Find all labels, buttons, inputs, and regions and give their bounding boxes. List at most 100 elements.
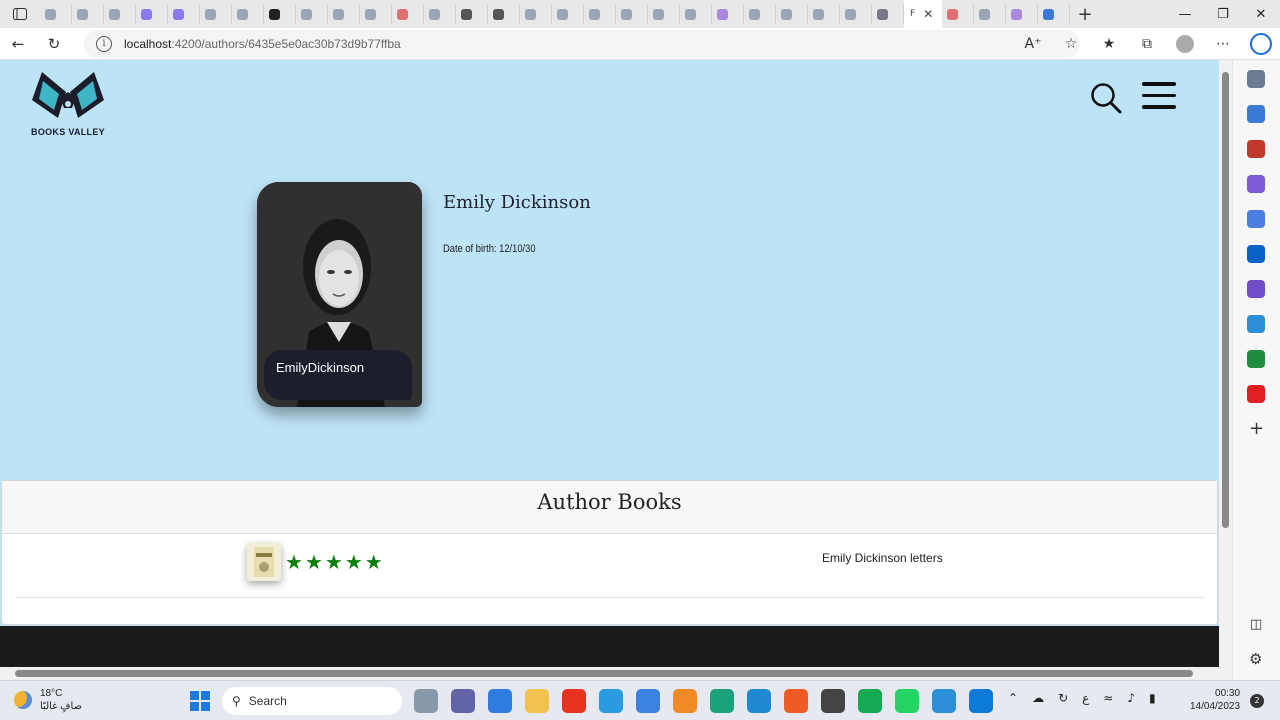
browser-tab[interactable] xyxy=(552,4,584,24)
back-icon[interactable]: ← xyxy=(0,28,36,60)
browser-tab[interactable] xyxy=(942,4,974,24)
sidebar-outlook-icon[interactable] xyxy=(1247,245,1265,263)
browser-tab[interactable] xyxy=(232,4,264,24)
book-row[interactable]: ★ ★ ★ ★ ★ Emily Dickinson letters xyxy=(15,543,1205,598)
whatsapp-icon[interactable] xyxy=(895,689,919,713)
app-red-icon[interactable] xyxy=(562,689,586,713)
author-card[interactable]: EmilyDickinson xyxy=(257,182,422,407)
notification-badge[interactable]: 2 xyxy=(1250,694,1264,708)
browser-tab[interactable] xyxy=(520,4,552,24)
more-menu-icon[interactable]: ⋯ xyxy=(1204,28,1242,60)
hamburger-menu-icon[interactable] xyxy=(1142,82,1176,112)
browser-tab[interactable] xyxy=(648,4,680,24)
search-icon[interactable] xyxy=(1090,82,1122,114)
globe-icon[interactable] xyxy=(932,689,956,713)
browser-tab[interactable] xyxy=(1006,4,1038,24)
favorites-icon[interactable]: ★ xyxy=(1090,28,1128,60)
browser-tab[interactable] xyxy=(328,4,360,24)
browser-tab[interactable] xyxy=(1038,4,1070,24)
sidebar-games-icon[interactable] xyxy=(1247,175,1265,193)
minimize-icon[interactable]: — xyxy=(1166,0,1204,28)
mongodb-icon[interactable] xyxy=(858,689,882,713)
onedrive-icon[interactable]: ☁ xyxy=(1032,691,1044,705)
browser-tab[interactable] xyxy=(488,4,520,24)
book-title[interactable]: Emily Dickinson letters xyxy=(822,551,943,565)
browser-tab[interactable] xyxy=(72,4,104,24)
todo-icon[interactable] xyxy=(488,689,512,713)
add-favorite-icon[interactable]: ☆ xyxy=(1052,28,1090,60)
sidebar-add-icon[interactable]: + xyxy=(1249,418,1264,439)
refresh-icon[interactable]: ↻ xyxy=(36,28,72,60)
bing-copilot-icon[interactable] xyxy=(1242,28,1280,60)
close-window-icon[interactable]: ✕ xyxy=(1242,0,1280,28)
postman-icon[interactable] xyxy=(784,689,808,713)
browser-tab[interactable] xyxy=(616,4,648,24)
browser-tab-active[interactable]: F ✕ xyxy=(904,0,942,28)
edge-dev-icon[interactable] xyxy=(969,689,993,713)
book-cover[interactable] xyxy=(247,543,281,581)
maximize-icon[interactable]: ❐ xyxy=(1204,0,1242,28)
tray-chevron-icon[interactable]: ⌃ xyxy=(1008,691,1018,705)
browser-tab[interactable] xyxy=(872,4,904,24)
task-view-icon[interactable] xyxy=(414,689,438,713)
vertical-scrollbar[interactable] xyxy=(1219,60,1232,667)
browser-tab[interactable] xyxy=(296,4,328,24)
browser-tab[interactable] xyxy=(168,4,200,24)
browser-tab[interactable] xyxy=(840,4,872,24)
browser-tab[interactable] xyxy=(392,4,424,24)
sidebar-youtube-icon[interactable] xyxy=(1247,385,1265,403)
teams-icon[interactable] xyxy=(451,689,475,713)
sync-icon[interactable]: ↻ xyxy=(1058,691,1068,705)
collections-icon[interactable]: ⧉ xyxy=(1128,28,1166,60)
browser-tab[interactable] xyxy=(776,4,808,24)
workspaces-icon[interactable] xyxy=(0,0,40,28)
wifi-icon[interactable]: ≈ xyxy=(1103,691,1113,705)
taskbar-clock[interactable]: 00:30 14/04/2023 xyxy=(1190,687,1240,713)
sidebar-settings-icon[interactable]: ⚙ xyxy=(1249,650,1262,668)
browser-tab[interactable] xyxy=(264,4,296,24)
taskbar-search[interactable]: ⚲ Search xyxy=(222,687,402,715)
browser-tab[interactable] xyxy=(680,4,712,24)
store-icon[interactable] xyxy=(636,689,660,713)
volume-icon[interactable]: ♪ xyxy=(1127,691,1135,705)
sidebar-search-icon[interactable] xyxy=(1247,70,1265,88)
browser-tab[interactable] xyxy=(136,4,168,24)
horizontal-scroll-thumb[interactable] xyxy=(15,670,1193,677)
address-bar[interactable]: i localhost:4200/authors/6435e5e0ac30b73… xyxy=(84,30,1080,58)
input-language[interactable]: ع xyxy=(1082,691,1089,705)
weather-widget[interactable]: 18°C صافٍ غالبًا xyxy=(14,687,82,713)
browser-tab[interactable] xyxy=(200,4,232,24)
horizontal-scrollbar[interactable] xyxy=(0,667,1232,680)
help-icon[interactable] xyxy=(599,689,623,713)
browser-tab[interactable] xyxy=(104,4,136,24)
browser-tab[interactable] xyxy=(360,4,392,24)
media-player-icon[interactable] xyxy=(821,689,845,713)
vertical-scroll-thumb[interactable] xyxy=(1222,72,1229,528)
vscode-icon[interactable] xyxy=(747,689,771,713)
sidebar-panel-icon[interactable]: ◫ xyxy=(1250,617,1262,632)
start-button[interactable] xyxy=(190,691,210,711)
new-tab-button[interactable]: + xyxy=(1070,4,1100,25)
browser-tab[interactable] xyxy=(40,4,72,24)
sidebar-tools-icon[interactable] xyxy=(1247,140,1265,158)
browser-tab[interactable] xyxy=(456,4,488,24)
browser-tab[interactable] xyxy=(712,4,744,24)
sublime-icon[interactable] xyxy=(673,689,697,713)
sidebar-office-icon[interactable] xyxy=(1247,210,1265,228)
browser-tab[interactable] xyxy=(424,4,456,24)
close-tab-icon[interactable]: ✕ xyxy=(923,7,933,21)
site-info-icon[interactable]: i xyxy=(96,36,112,52)
brand-logo[interactable]: BOOKS VALLEY xyxy=(28,70,108,140)
browser-tab[interactable] xyxy=(974,4,1006,24)
sidebar-editor-icon[interactable] xyxy=(1247,280,1265,298)
battery-icon[interactable]: ▮ xyxy=(1149,691,1156,705)
edge-icon[interactable] xyxy=(710,689,734,713)
profile-avatar[interactable] xyxy=(1166,28,1204,60)
sidebar-send-icon[interactable] xyxy=(1247,315,1265,333)
browser-tab[interactable] xyxy=(744,4,776,24)
browser-tab[interactable] xyxy=(584,4,616,24)
sidebar-shopping-icon[interactable] xyxy=(1247,105,1265,123)
file-explorer-icon[interactable] xyxy=(525,689,549,713)
sidebar-tree-icon[interactable] xyxy=(1247,350,1265,368)
browser-tab[interactable] xyxy=(808,4,840,24)
